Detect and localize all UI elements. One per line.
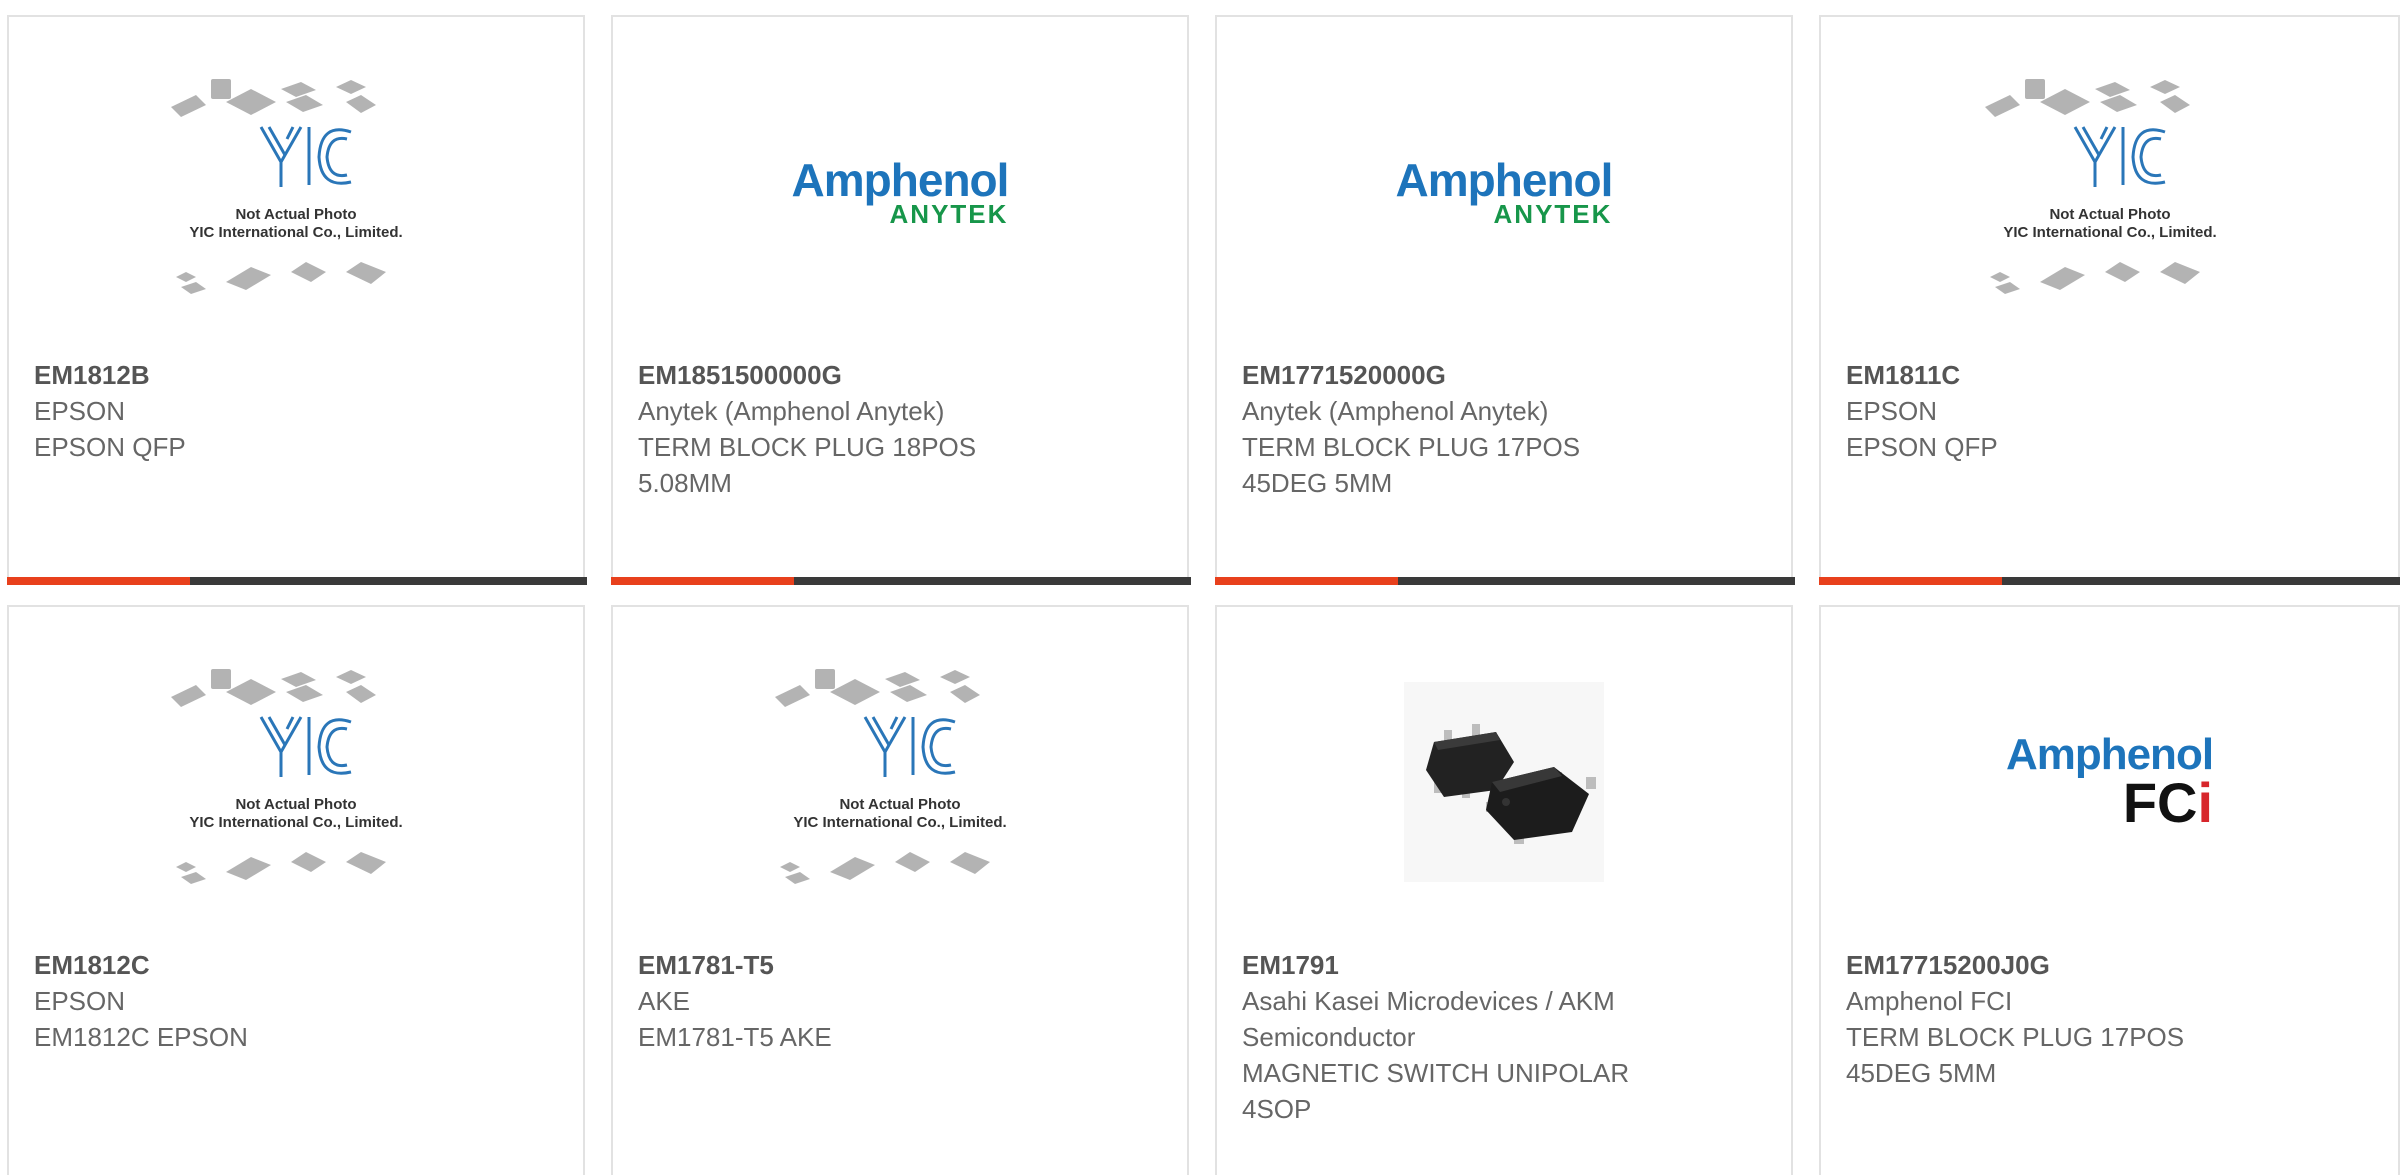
yic-placeholder-image: Not Actual Photo YIC International Co., … (775, 669, 1007, 884)
logo-fc-text: FC (2122, 771, 2198, 834)
card-accent-bar (1215, 577, 1398, 585)
amphenol-fci-logo: Amphenol FCi (2006, 733, 2214, 831)
description-line: 5.08MM (638, 468, 732, 498)
manufacturer: EPSON (34, 396, 126, 426)
description-line: TERM BLOCK PLUG 18POS (638, 432, 977, 462)
product-card[interactable]: Amphenol ANYTEK EM1771520000G Anytek (Am… (1215, 15, 1795, 585)
product-image[interactable]: Not Actual Photo YIC International Co., … (613, 667, 1187, 897)
placeholder-caption: Not Actual Photo (2049, 206, 2170, 223)
description-line: EM1781-T5 AKE (638, 1022, 832, 1052)
product-card[interactable]: Not Actual Photo YIC International Co., … (7, 605, 585, 1175)
manufacturer: AKE (638, 986, 691, 1016)
placeholder-caption: Not Actual Photo (235, 206, 356, 223)
product-image[interactable]: Not Actual Photo YIC International Co., … (9, 77, 583, 307)
part-number[interactable]: EM1811C (1846, 357, 2373, 393)
placeholder-caption: Not Actual Photo (235, 796, 356, 813)
description-line: EPSON QFP (1846, 432, 1998, 462)
product-info: EM17715200J0G Amphenol FCI TERM BLOCK PL… (1846, 947, 2373, 1091)
yic-placeholder-image: Not Actual Photo YIC International Co., … (1984, 79, 2216, 294)
manufacturer-line-2: Semiconductor (1242, 1022, 1416, 1052)
placeholder-caption: Not Actual Photo (839, 796, 960, 813)
amphenol-anytek-logo: Amphenol ANYTEK (791, 154, 1010, 227)
manufacturer: Anytek (Amphenol Anytek) (1242, 396, 1549, 426)
product-info: EM1851500000G Anytek (Amphenol Anytek) T… (638, 357, 1162, 501)
yic-placeholder-image: Not Actual Photo YIC International Co., … (171, 669, 403, 884)
product-image[interactable] (1217, 667, 1791, 897)
card-accent-bar (1819, 577, 2002, 585)
card-accent-bar (611, 577, 794, 585)
product-image[interactable]: Not Actual Photo YIC International Co., … (9, 667, 583, 897)
product-image[interactable]: Amphenol ANYTEK (1217, 77, 1791, 307)
card-bottom-bar (1215, 577, 1795, 585)
product-card[interactable]: Not Actual Photo YIC International Co., … (1819, 15, 2400, 585)
manufacturer: Amphenol FCI (1846, 986, 2013, 1016)
product-info: EM1781-T5 AKE EM1781-T5 AKE (638, 947, 1162, 1055)
description-line: 45DEG 5MM (1242, 468, 1393, 498)
manufacturer: EPSON (34, 986, 126, 1016)
description-line: MAGNETIC SWITCH UNIPOLAR (1242, 1058, 1630, 1088)
product-card[interactable]: Not Actual Photo YIC International Co., … (611, 605, 1189, 1175)
product-info: EM1811C EPSON EPSON QFP (1846, 357, 2373, 465)
product-card[interactable]: EM1791 Asahi Kasei Microdevices / AKM Se… (1215, 605, 1793, 1175)
product-info: EM1812C EPSON EM1812C EPSON (34, 947, 558, 1055)
part-number[interactable]: EM1791 (1242, 947, 1766, 983)
manufacturer: Asahi Kasei Microdevices / AKM (1242, 986, 1615, 1016)
sop-chip-photo (1404, 682, 1604, 882)
logo-amphenol-text: Amphenol (1395, 154, 1614, 206)
logo-amphenol-text: Amphenol (791, 154, 1010, 206)
amphenol-anytek-logo: Amphenol ANYTEK (1395, 154, 1614, 227)
card-bottom-bar (7, 577, 587, 585)
product-info: EM1771520000G Anytek (Amphenol Anytek) T… (1242, 357, 1766, 501)
card-bottom-bar (1819, 577, 2400, 585)
part-number[interactable]: EM1812C (34, 947, 558, 983)
card-accent-bar (7, 577, 190, 585)
product-grid: Not Actual Photo YIC International Co., … (0, 0, 2400, 1175)
description-line: 45DEG 5MM (1846, 1058, 1997, 1088)
product-image[interactable]: Not Actual Photo YIC International Co., … (1821, 77, 2398, 307)
placeholder-company: YIC International Co., Limited. (189, 814, 402, 831)
placeholder-company: YIC International Co., Limited. (2003, 224, 2216, 241)
description-line: EPSON QFP (34, 432, 186, 462)
placeholder-company: YIC International Co., Limited. (189, 224, 402, 241)
yic-placeholder-image: Not Actual Photo YIC International Co., … (171, 79, 403, 294)
part-number[interactable]: EM1851500000G (638, 357, 1162, 393)
manufacturer: Anytek (Amphenol Anytek) (638, 396, 945, 426)
logo-fci-text: FCi (2006, 775, 2213, 831)
description-line: EM1812C EPSON (34, 1022, 248, 1052)
product-info: EM1812B EPSON EPSON QFP (34, 357, 558, 465)
placeholder-company: YIC International Co., Limited. (793, 814, 1006, 831)
product-card[interactable]: Amphenol FCi EM17715200J0G Amphenol FCI … (1819, 605, 2400, 1175)
part-number[interactable]: EM1781-T5 (638, 947, 1162, 983)
product-card[interactable]: Not Actual Photo YIC International Co., … (7, 15, 587, 585)
logo-i-text: i (2197, 771, 2214, 834)
manufacturer: EPSON (1846, 396, 1938, 426)
card-bottom-bar (611, 577, 1191, 585)
product-image[interactable]: Amphenol FCi (1821, 667, 2398, 897)
product-info: EM1791 Asahi Kasei Microdevices / AKM Se… (1242, 947, 1766, 1127)
product-card[interactable]: Amphenol ANYTEK EM1851500000G Anytek (Am… (611, 15, 1191, 585)
part-number[interactable]: EM1771520000G (1242, 357, 1766, 393)
description-line: TERM BLOCK PLUG 17POS (1242, 432, 1581, 462)
description-line: 4SOP (1242, 1094, 1312, 1124)
part-number[interactable]: EM1812B (34, 357, 558, 393)
product-image[interactable]: Amphenol ANYTEK (613, 77, 1187, 307)
part-number[interactable]: EM17715200J0G (1846, 947, 2373, 983)
description-line: TERM BLOCK PLUG 17POS (1846, 1022, 2185, 1052)
